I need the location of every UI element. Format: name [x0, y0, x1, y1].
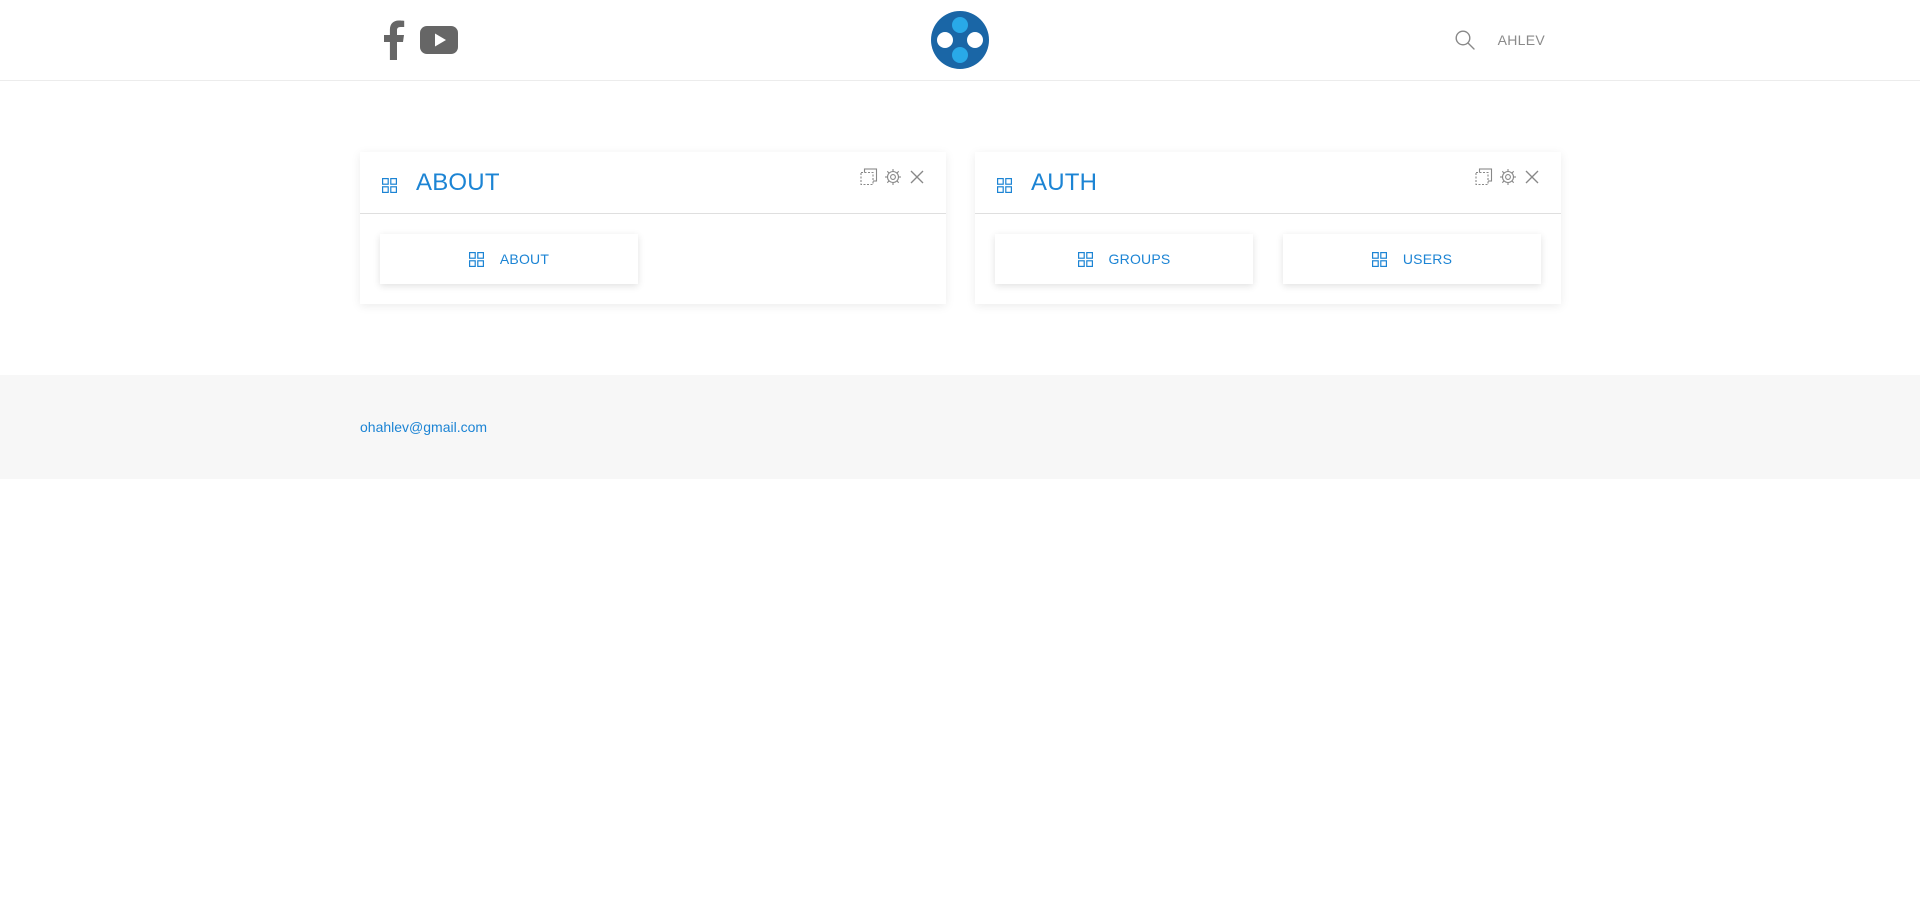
gear-icon[interactable]: [884, 168, 902, 186]
copy-icon[interactable]: [860, 168, 878, 186]
tile-about[interactable]: ABOUT: [380, 234, 638, 284]
close-icon[interactable]: [908, 168, 926, 186]
grid-icon: [997, 178, 1012, 193]
footer-email-link[interactable]: ohahlev@gmail.com: [360, 419, 487, 435]
panel-title: AUTH: [1031, 169, 1098, 196]
panel-tools: [860, 168, 926, 186]
panel-header: ABOUT: [360, 152, 946, 214]
panel-title: ABOUT: [416, 169, 500, 196]
user-menu-link[interactable]: AHLEV: [1498, 26, 1545, 54]
tile-users[interactable]: USERS: [1283, 234, 1541, 284]
search-icon[interactable]: [1454, 29, 1476, 51]
grid-icon: [382, 178, 397, 193]
facebook-icon[interactable]: [380, 20, 406, 60]
gear-icon[interactable]: [1499, 168, 1517, 186]
grid-icon: [1371, 251, 1387, 267]
youtube-icon[interactable]: [420, 25, 458, 55]
tile-label: ABOUT: [499, 251, 550, 267]
close-icon[interactable]: [1523, 168, 1541, 186]
social-links: [380, 20, 458, 60]
panel-header: AUTH: [975, 152, 1561, 214]
site-footer: ohahlev@gmail.com: [0, 375, 1920, 479]
copy-icon[interactable]: [1475, 168, 1493, 186]
grid-icon: [1077, 251, 1093, 267]
site-header: AHLEV: [0, 0, 1920, 81]
header-actions: AHLEV: [1454, 26, 1545, 54]
tile-label: GROUPS: [1108, 251, 1171, 267]
site-logo[interactable]: [930, 10, 990, 70]
tile-groups[interactable]: GROUPS: [995, 234, 1253, 284]
grid-icon: [468, 251, 484, 267]
panel-tools: [1475, 168, 1541, 186]
tile-label: USERS: [1402, 251, 1453, 267]
